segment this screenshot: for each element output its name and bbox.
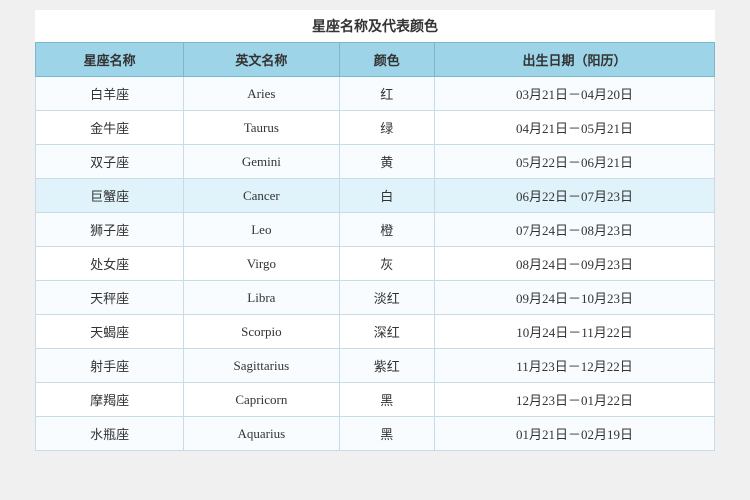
cell-cn: 狮子座: [36, 213, 184, 247]
table-row: 狮子座Leo橙07月24日－08月23日: [36, 213, 715, 247]
cell-date: 10月24日－11月22日: [434, 315, 714, 349]
main-container: 星座名称及代表颜色 星座名称 英文名称 颜色 出生日期（阳历） 白羊座Aries…: [35, 10, 715, 451]
cell-en: Virgo: [184, 247, 339, 281]
cell-date: 04月21日－05月21日: [434, 111, 714, 145]
table-row: 水瓶座Aquarius黑01月21日－02月19日: [36, 417, 715, 451]
cell-color: 淡红: [339, 281, 434, 315]
cell-en: Leo: [184, 213, 339, 247]
cell-en: Cancer: [184, 179, 339, 213]
cell-date: 11月23日－12月22日: [434, 349, 714, 383]
table-row: 白羊座Aries红03月21日－04月20日: [36, 77, 715, 111]
cell-color: 绿: [339, 111, 434, 145]
cell-color: 黄: [339, 145, 434, 179]
cell-en: Gemini: [184, 145, 339, 179]
cell-date: 07月24日－08月23日: [434, 213, 714, 247]
cell-cn: 水瓶座: [36, 417, 184, 451]
col-header-color: 颜色: [339, 43, 434, 77]
page-title: 星座名称及代表颜色: [35, 10, 715, 42]
cell-cn: 处女座: [36, 247, 184, 281]
col-header-cn: 星座名称: [36, 43, 184, 77]
cell-en: Libra: [184, 281, 339, 315]
cell-color: 橙: [339, 213, 434, 247]
cell-cn: 双子座: [36, 145, 184, 179]
table-header-row: 星座名称 英文名称 颜色 出生日期（阳历）: [36, 43, 715, 77]
cell-date: 03月21日－04月20日: [434, 77, 714, 111]
zodiac-table: 星座名称 英文名称 颜色 出生日期（阳历） 白羊座Aries红03月21日－04…: [35, 42, 715, 451]
cell-en: Taurus: [184, 111, 339, 145]
cell-cn: 射手座: [36, 349, 184, 383]
table-row: 处女座Virgo灰08月24日－09月23日: [36, 247, 715, 281]
cell-en: Aquarius: [184, 417, 339, 451]
cell-cn: 巨蟹座: [36, 179, 184, 213]
cell-cn: 天蝎座: [36, 315, 184, 349]
cell-date: 06月22日－07月23日: [434, 179, 714, 213]
cell-color: 黑: [339, 383, 434, 417]
table-row: 摩羯座Capricorn黑12月23日－01月22日: [36, 383, 715, 417]
cell-color: 紫红: [339, 349, 434, 383]
table-row: 射手座Sagittarius紫红11月23日－12月22日: [36, 349, 715, 383]
cell-color: 红: [339, 77, 434, 111]
cell-cn: 天秤座: [36, 281, 184, 315]
cell-color: 白: [339, 179, 434, 213]
cell-cn: 摩羯座: [36, 383, 184, 417]
table-row: 天蝎座Scorpio深红10月24日－11月22日: [36, 315, 715, 349]
cell-cn: 金牛座: [36, 111, 184, 145]
cell-cn: 白羊座: [36, 77, 184, 111]
cell-color: 深红: [339, 315, 434, 349]
table-row: 天秤座Libra淡红09月24日－10月23日: [36, 281, 715, 315]
cell-color: 黑: [339, 417, 434, 451]
col-header-en: 英文名称: [184, 43, 339, 77]
table-row: 巨蟹座Cancer白06月22日－07月23日: [36, 179, 715, 213]
cell-en: Scorpio: [184, 315, 339, 349]
cell-en: Aries: [184, 77, 339, 111]
col-header-date: 出生日期（阳历）: [434, 43, 714, 77]
cell-date: 08月24日－09月23日: [434, 247, 714, 281]
cell-en: Capricorn: [184, 383, 339, 417]
cell-color: 灰: [339, 247, 434, 281]
cell-date: 01月21日－02月19日: [434, 417, 714, 451]
table-row: 金牛座Taurus绿04月21日－05月21日: [36, 111, 715, 145]
cell-en: Sagittarius: [184, 349, 339, 383]
table-row: 双子座Gemini黄05月22日－06月21日: [36, 145, 715, 179]
cell-date: 05月22日－06月21日: [434, 145, 714, 179]
cell-date: 12月23日－01月22日: [434, 383, 714, 417]
cell-date: 09月24日－10月23日: [434, 281, 714, 315]
